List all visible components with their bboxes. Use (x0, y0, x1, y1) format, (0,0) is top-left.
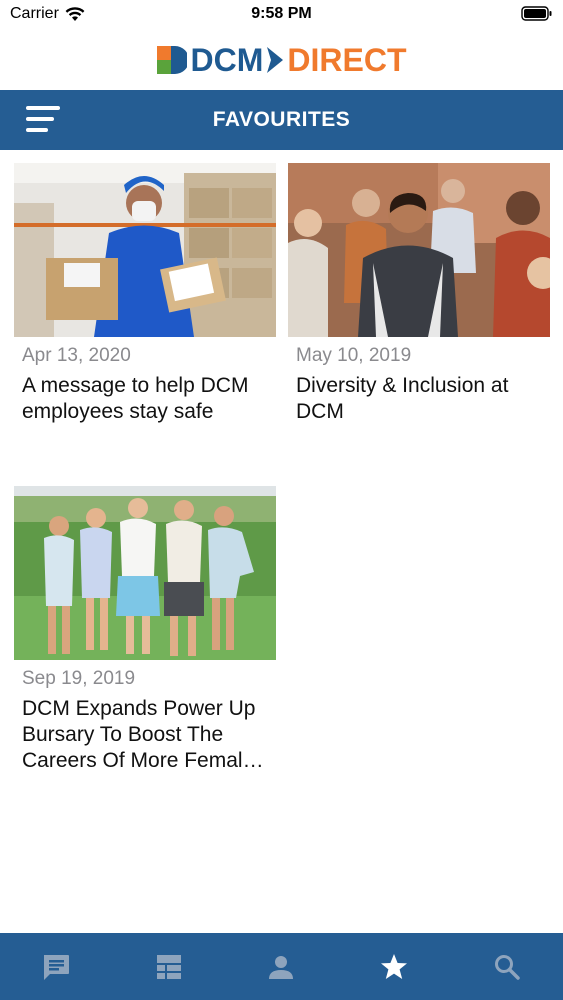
star-icon (381, 953, 408, 979)
chat-bubble-icon (44, 954, 70, 980)
logo-mark-icon (156, 46, 187, 74)
article-title: A message to help DCM employees stay saf… (22, 374, 249, 423)
logo-arrow-icon (267, 47, 284, 73)
tab-feed[interactable] (113, 933, 226, 1000)
battery-icon (521, 6, 553, 27)
article-date: May 10, 2019 (296, 345, 412, 366)
tab-profile[interactable] (225, 933, 338, 1000)
status-time: 9:58 PM (251, 5, 312, 22)
article-title: DCM Expands Power Up Bursary To Boost Th… (22, 697, 265, 772)
article-card[interactable]: Sep 19, 2019 DCM Expands Power Up Bursar… (14, 486, 276, 774)
article-image (14, 486, 276, 660)
article-image (14, 163, 276, 337)
app-logo: DCM DIRECT (0, 30, 563, 90)
article-image (288, 163, 550, 337)
article-date: Sep 19, 2019 (22, 668, 136, 689)
page-title: FAVOURITES (212, 108, 351, 131)
article-card[interactable]: May 10, 2019 Diversity & Inclusion at DC… (288, 163, 550, 425)
article-date: Apr 13, 2020 (22, 345, 131, 366)
app-screen: Carrier 9:58 PM DCM DIRECT FAVOURITES Ap… (0, 0, 563, 1000)
tab-messages[interactable] (0, 933, 113, 1000)
person-icon (269, 955, 294, 979)
bottom-tab-bar (0, 933, 563, 1000)
article-title: Diversity & Inclusion at DCM (296, 374, 509, 423)
tab-search[interactable] (450, 933, 563, 1000)
logo-text-dcm: DCM (190, 41, 264, 78)
logo-text-direct: DIRECT (287, 41, 407, 78)
tab-favourites[interactable] (338, 933, 451, 1000)
search-icon (494, 954, 520, 980)
article-card[interactable]: Apr 13, 2020 A message to help DCM emplo… (14, 163, 276, 425)
header-bar: FAVOURITES (0, 90, 563, 150)
feed-list-icon (156, 954, 181, 979)
status-bar: Carrier 9:58 PM (0, 0, 563, 30)
